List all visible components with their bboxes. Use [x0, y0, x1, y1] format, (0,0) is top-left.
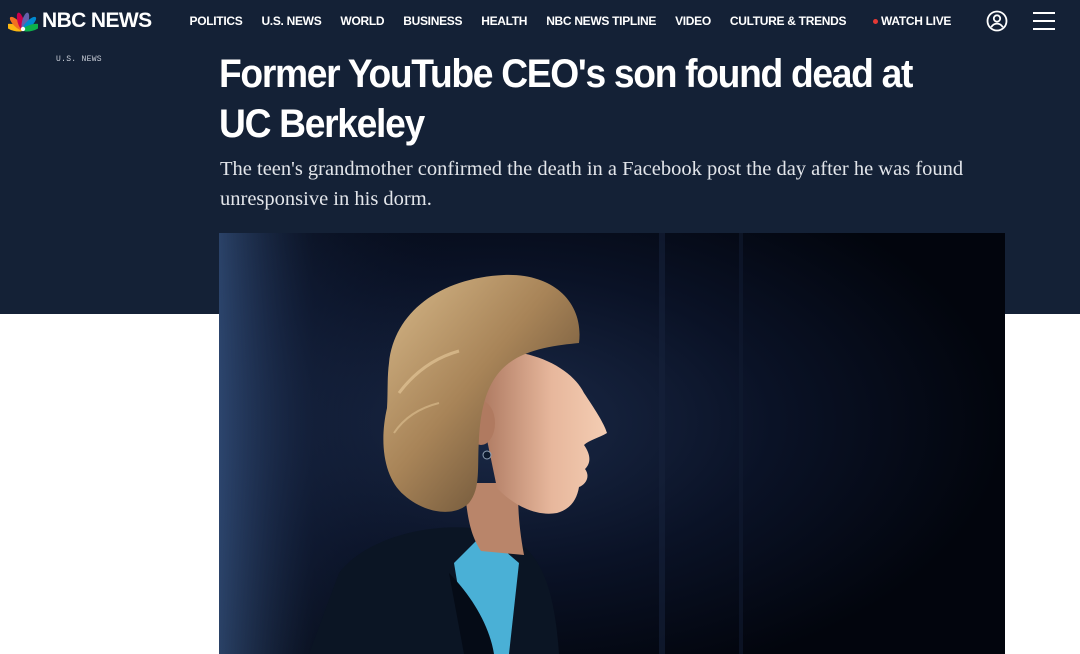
live-dot-icon: [873, 18, 878, 24]
peacock-logo-icon: [8, 12, 38, 32]
nav-item-us-news[interactable]: U.S. NEWS: [252, 14, 331, 28]
site-header: NBC NEWS POLITICS U.S. NEWS WORLD BUSINE…: [0, 0, 1080, 42]
logo-wordmark: NBC NEWS: [42, 9, 152, 32]
section-eyebrow-link[interactable]: U.S. NEWS: [56, 55, 102, 64]
nbc-news-logo[interactable]: NBC NEWS: [8, 9, 152, 33]
nav-item-health[interactable]: HEALTH: [472, 14, 537, 28]
nav-item-culture-trends[interactable]: CULTURE & TRENDS: [720, 14, 855, 28]
article-dek: The teen's grandmother confirmed the dea…: [220, 158, 964, 210]
hamburger-menu-icon[interactable]: [1032, 10, 1056, 32]
nav-item-business[interactable]: BUSINESS: [394, 14, 472, 28]
watch-live-label: WATCH LIVE: [881, 14, 952, 28]
account-circle-icon[interactable]: [985, 9, 1009, 33]
nav-item-video[interactable]: VIDEO: [666, 14, 721, 28]
nav-item-world[interactable]: WORLD: [331, 14, 394, 28]
nav-item-politics[interactable]: POLITICS: [180, 14, 252, 28]
page: NBC NEWS POLITICS U.S. NEWS WORLD BUSINE…: [0, 0, 1080, 654]
article-headline: Former YouTube CEO's son found dead at U…: [219, 52, 913, 146]
portrait-illustration: [219, 233, 1005, 654]
hero-photo: [219, 233, 1005, 654]
nav-item-tipline[interactable]: NBC NEWS TIPLINE: [537, 14, 666, 28]
watch-live-link[interactable]: WATCH LIVE: [873, 13, 951, 29]
main-nav: POLITICS U.S. NEWS WORLD BUSINESS HEALTH…: [180, 0, 856, 42]
